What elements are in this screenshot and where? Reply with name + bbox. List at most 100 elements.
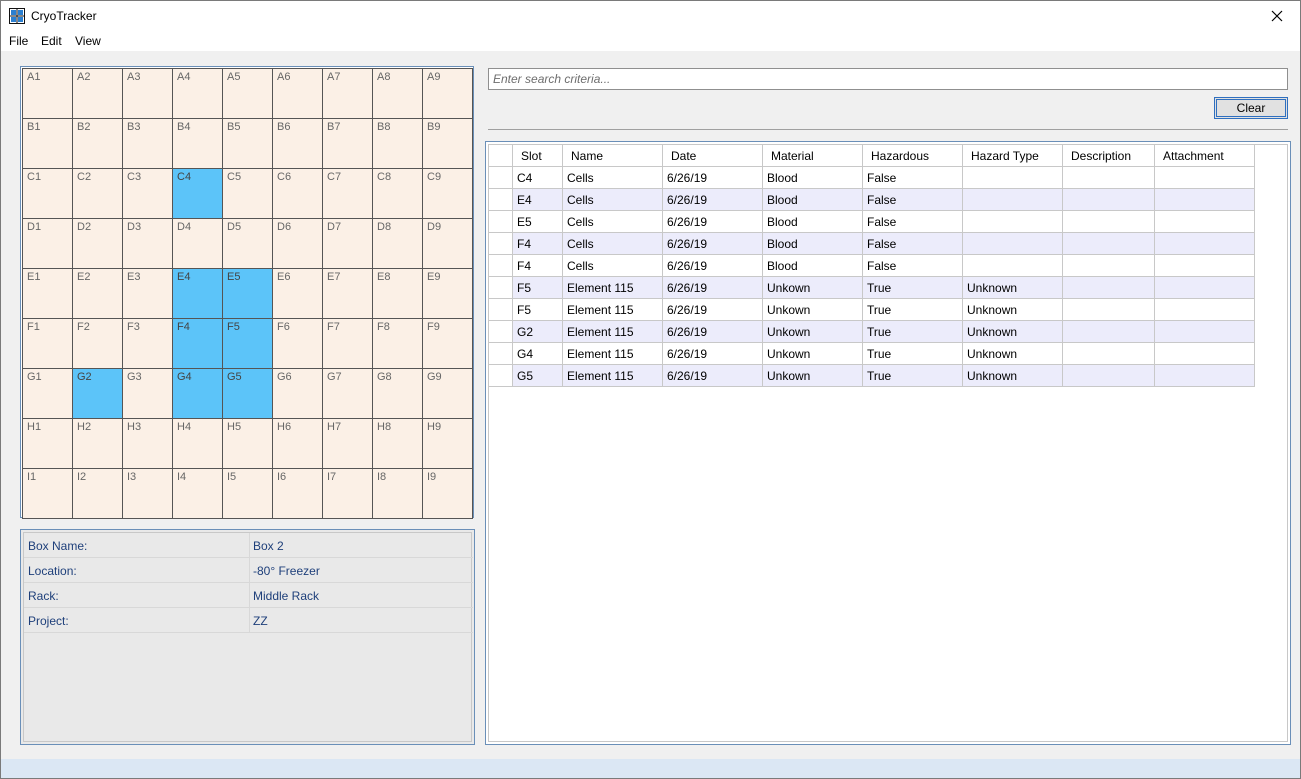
table-cell[interactable]: C4: [513, 167, 563, 189]
clear-button[interactable]: Clear: [1214, 97, 1288, 119]
table-cell[interactable]: Unknown: [963, 277, 1063, 299]
table-cell[interactable]: [1063, 255, 1155, 277]
table-cell[interactable]: Unknown: [963, 343, 1063, 365]
grid-cell-i8[interactable]: I8: [372, 468, 423, 519]
grid-cell-a7[interactable]: A7: [322, 68, 373, 119]
row-header[interactable]: [489, 167, 513, 189]
grid-cell-c2[interactable]: C2: [72, 168, 123, 219]
grid-cell-f1[interactable]: F1: [22, 318, 73, 369]
grid-cell-b2[interactable]: B2: [72, 118, 123, 169]
table-cell[interactable]: Unkown: [763, 299, 863, 321]
grid-cell-h5[interactable]: H5: [222, 418, 273, 469]
table-cell[interactable]: Blood: [763, 189, 863, 211]
table-cell[interactable]: Unknown: [963, 321, 1063, 343]
grid-cell-g8[interactable]: G8: [372, 368, 423, 419]
table-cell[interactable]: False: [863, 255, 963, 277]
table-cell[interactable]: Unkown: [763, 343, 863, 365]
table-cell[interactable]: [1155, 167, 1255, 189]
grid-cell-h7[interactable]: H7: [322, 418, 373, 469]
table-cell[interactable]: [1155, 343, 1255, 365]
table-cell[interactable]: True: [863, 321, 963, 343]
grid-cell-f3[interactable]: F3: [122, 318, 173, 369]
table-cell[interactable]: F4: [513, 255, 563, 277]
table-cell[interactable]: [1155, 255, 1255, 277]
table-cell[interactable]: E5: [513, 211, 563, 233]
grid-cell-h9[interactable]: H9: [422, 418, 473, 469]
table-cell[interactable]: [963, 189, 1063, 211]
row-header[interactable]: [489, 343, 513, 365]
grid-cell-h2[interactable]: H2: [72, 418, 123, 469]
grid-cell-i7[interactable]: I7: [322, 468, 373, 519]
grid-cell-b9[interactable]: B9: [422, 118, 473, 169]
column-header-hazard-type[interactable]: Hazard Type: [963, 145, 1063, 167]
row-header[interactable]: [489, 365, 513, 387]
table-cell[interactable]: Unkown: [763, 321, 863, 343]
grid-cell-a2[interactable]: A2: [72, 68, 123, 119]
grid-cell-g4[interactable]: G4: [172, 368, 223, 419]
table-cell[interactable]: F5: [513, 277, 563, 299]
table-cell[interactable]: [963, 211, 1063, 233]
table-cell[interactable]: False: [863, 233, 963, 255]
info-value[interactable]: Middle Rack: [253, 589, 319, 603]
table-cell[interactable]: Element 115: [563, 321, 663, 343]
grid-cell-c8[interactable]: C8: [372, 168, 423, 219]
table-cell[interactable]: Unknown: [963, 299, 1063, 321]
table-cell[interactable]: False: [863, 167, 963, 189]
grid-cell-f7[interactable]: F7: [322, 318, 373, 369]
grid-cell-i1[interactable]: I1: [22, 468, 73, 519]
column-header-date[interactable]: Date: [663, 145, 763, 167]
row-header[interactable]: [489, 233, 513, 255]
grid-cell-d4[interactable]: D4: [172, 218, 223, 269]
grid-cell-i5[interactable]: I5: [222, 468, 273, 519]
grid-cell-d5[interactable]: D5: [222, 218, 273, 269]
grid-cell-c5[interactable]: C5: [222, 168, 273, 219]
menu-file[interactable]: File: [9, 34, 28, 48]
grid-cell-e8[interactable]: E8: [372, 268, 423, 319]
column-header-hazardous[interactable]: Hazardous: [863, 145, 963, 167]
row-header[interactable]: [489, 255, 513, 277]
table-cell[interactable]: F4: [513, 233, 563, 255]
table-cell[interactable]: [963, 255, 1063, 277]
grid-cell-d9[interactable]: D9: [422, 218, 473, 269]
table-cell[interactable]: Element 115: [563, 299, 663, 321]
table-cell[interactable]: 6/26/19: [663, 255, 763, 277]
grid-cell-d6[interactable]: D6: [272, 218, 323, 269]
table-cell[interactable]: Blood: [763, 167, 863, 189]
table-cell[interactable]: Cells: [563, 255, 663, 277]
table-cell[interactable]: G2: [513, 321, 563, 343]
grid-cell-g9[interactable]: G9: [422, 368, 473, 419]
row-header[interactable]: [489, 189, 513, 211]
table-cell[interactable]: 6/26/19: [663, 277, 763, 299]
table-cell[interactable]: 6/26/19: [663, 233, 763, 255]
grid-cell-e3[interactable]: E3: [122, 268, 173, 319]
table-cell[interactable]: Cells: [563, 233, 663, 255]
grid-cell-d8[interactable]: D8: [372, 218, 423, 269]
table-cell[interactable]: Blood: [763, 233, 863, 255]
info-value[interactable]: -80° Freezer: [253, 564, 320, 578]
table-cell[interactable]: Element 115: [563, 343, 663, 365]
table-cell[interactable]: [1063, 299, 1155, 321]
table-cell[interactable]: Unkown: [763, 365, 863, 387]
menu-edit[interactable]: Edit: [41, 34, 62, 48]
grid-cell-e2[interactable]: E2: [72, 268, 123, 319]
info-value[interactable]: ZZ: [253, 614, 268, 628]
row-header[interactable]: [489, 211, 513, 233]
grid-cell-e9[interactable]: E9: [422, 268, 473, 319]
table-cell[interactable]: Cells: [563, 211, 663, 233]
table-cell[interactable]: 6/26/19: [663, 167, 763, 189]
table-cell[interactable]: 6/26/19: [663, 211, 763, 233]
grid-cell-f2[interactable]: F2: [72, 318, 123, 369]
grid-cell-h3[interactable]: H3: [122, 418, 173, 469]
grid-cell-g5[interactable]: G5: [222, 368, 273, 419]
table-cell[interactable]: [1063, 233, 1155, 255]
table-cell[interactable]: [1063, 365, 1155, 387]
grid-cell-h6[interactable]: H6: [272, 418, 323, 469]
grid-cell-f4[interactable]: F4: [172, 318, 223, 369]
table-cell[interactable]: False: [863, 189, 963, 211]
grid-cell-b1[interactable]: B1: [22, 118, 73, 169]
column-header-attachment[interactable]: Attachment: [1155, 145, 1255, 167]
table-cell[interactable]: Blood: [763, 211, 863, 233]
grid-cell-i3[interactable]: I3: [122, 468, 173, 519]
grid-cell-c7[interactable]: C7: [322, 168, 373, 219]
table-cell[interactable]: Element 115: [563, 365, 663, 387]
